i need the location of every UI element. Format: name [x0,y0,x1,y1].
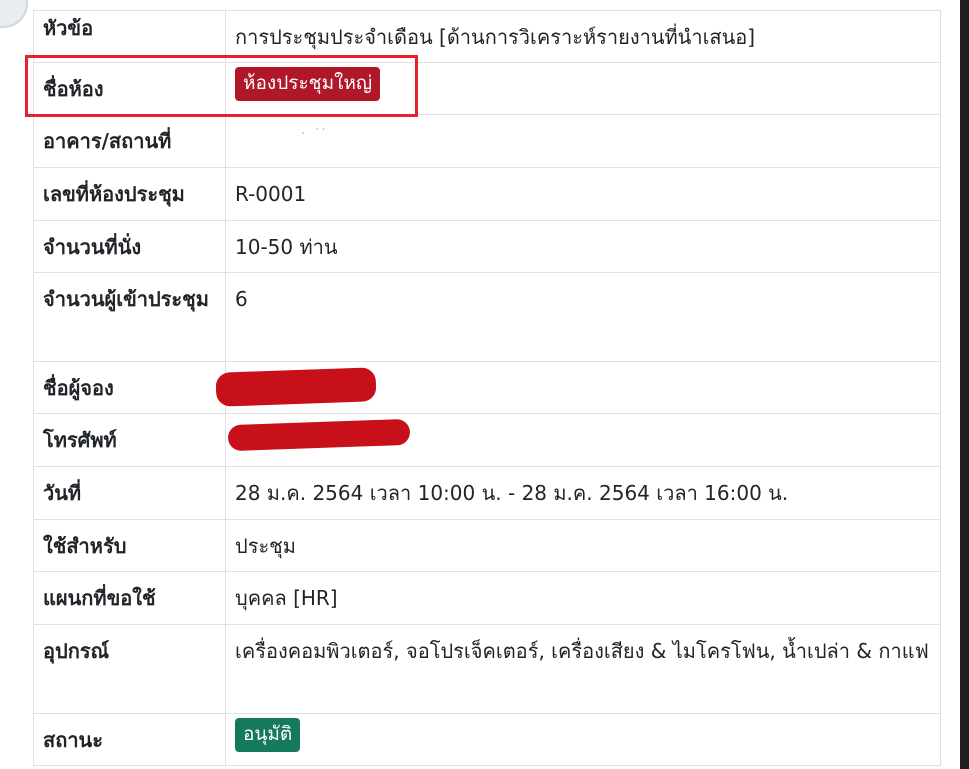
value-equipment: เครื่องคอมพิวเตอร์, จอโปรเจ็คเตอร์, เครื… [225,624,941,714]
value-room-number: R-0001 [225,167,941,221]
row-topic: หัวข้อ การประชุมประจำเดือน [ด้านการวิเคร… [33,10,941,63]
value-department: บุคคล [HR] [225,571,941,625]
label-room-number: เลขที่ห้องประชุม [33,167,226,221]
window-right-edge [960,0,969,769]
value-building [225,114,941,168]
label-booker: ชื่อผู้จอง [33,361,226,414]
label-attendees: จำนวนผู้เข้าประชุม [33,272,226,362]
label-equipment: อุปกรณ์ [33,624,226,714]
label-date: วันที่ [33,466,226,520]
row-department: แผนกที่ขอใช้ บุคคล [HR] [33,571,941,625]
faded-placeholder-mark: ⠂⠈⠁ [300,127,331,143]
label-building: อาคาร/สถานที่ [33,114,226,168]
row-room-number: เลขที่ห้องประชุม R-0001 [33,167,941,221]
room-name-badge: ห้องประชุมใหญ่ [235,67,381,101]
label-status: สถานะ [33,713,226,766]
row-date: วันที่ 28 ม.ค. 2564 เวลา 10:00 น. - 28 ม… [33,466,941,520]
status-badge: อนุมัติ [235,718,301,752]
row-phone: โทรศัพท์ [33,413,941,467]
value-status: อนุมัติ [225,713,941,766]
value-topic: การประชุมประจำเดือน [ด้านการวิเคราะห์ราย… [225,10,941,63]
value-purpose: ประชุม [225,519,941,572]
label-department: แผนกที่ขอใช้ [33,571,226,625]
row-booker: ชื่อผู้จอง [33,361,941,414]
label-room-name: ชื่อห้อง [33,62,226,115]
row-equipment: อุปกรณ์ เครื่องคอมพิวเตอร์, จอโปรเจ็คเตอ… [33,624,941,714]
redaction-mark-booker [215,367,377,407]
label-phone: โทรศัพท์ [33,413,226,467]
value-date: 28 ม.ค. 2564 เวลา 10:00 น. - 28 ม.ค. 256… [225,466,941,520]
label-purpose: ใช้สำหรับ [33,519,226,572]
booking-detail-panel: หัวข้อ การประชุมประจำเดือน [ด้านการวิเคร… [0,0,960,769]
value-room-name: ห้องประชุมใหญ่ [225,62,941,115]
row-attendees: จำนวนผู้เข้าประชุม 6 [33,272,941,362]
booking-detail-table: หัวข้อ การประชุมประจำเดือน [ด้านการวิเคร… [33,10,941,766]
row-status: สถานะ อนุมัติ [33,713,941,766]
row-seats: จำนวนที่นั่ง 10-50 ท่าน [33,220,941,273]
corner-avatar [0,0,28,28]
row-purpose: ใช้สำหรับ ประชุม [33,519,941,572]
label-seats: จำนวนที่นั่ง [33,220,226,273]
row-building: อาคาร/สถานที่ [33,114,941,168]
value-seats: 10-50 ท่าน [225,220,941,273]
label-topic: หัวข้อ [33,10,226,63]
row-room-name: ชื่อห้อง ห้องประชุมใหญ่ [33,62,941,115]
value-attendees: 6 [225,272,941,362]
